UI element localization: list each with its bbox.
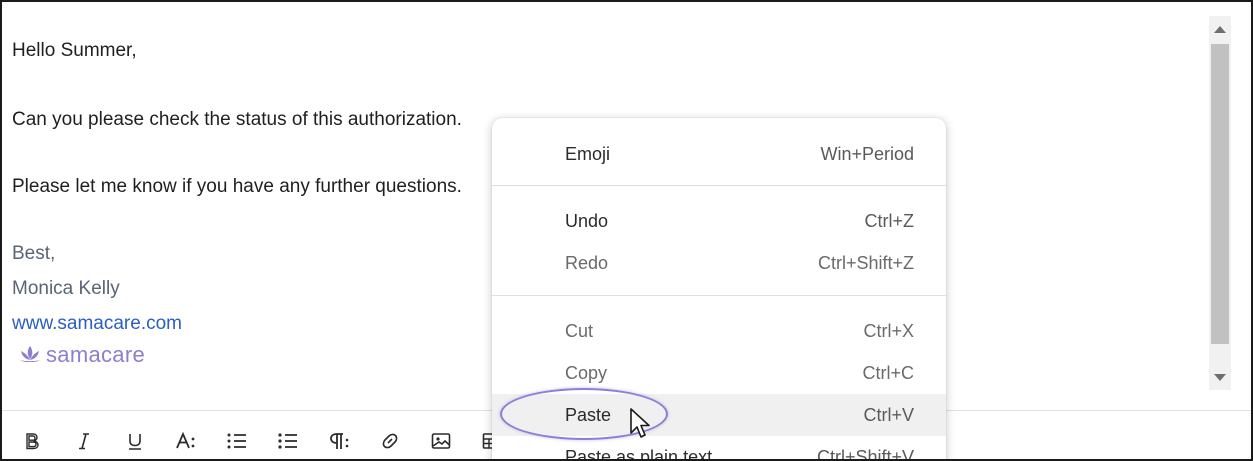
sender-name: Monica Kelly	[12, 278, 120, 299]
italic-icon[interactable]	[72, 429, 96, 453]
website-link[interactable]: www.samacare.com	[12, 313, 182, 335]
menu-item-paste-plain-text[interactable]: Paste as plain text Ctrl+Shift+V	[492, 436, 946, 461]
bulleted-list-icon[interactable]	[276, 429, 300, 453]
signoff-text: Best,	[12, 243, 56, 264]
menu-separator	[492, 295, 946, 296]
menu-item-shortcut: Ctrl+Shift+V	[816, 447, 914, 461]
bold-icon[interactable]	[20, 429, 44, 453]
email-compose-window: Hello Summer, Can you please check the s…	[0, 0, 1253, 461]
font-size-icon[interactable]	[174, 429, 198, 453]
menu-item-cut[interactable]: Cut Ctrl+X	[492, 310, 946, 352]
body-line-2: Please let me know if you have any furth…	[12, 176, 462, 197]
menu-item-label: Redo	[565, 253, 609, 273]
menu-item-shortcut: Ctrl+X	[863, 321, 914, 341]
menu-item-shortcut: Win+Period	[820, 144, 914, 164]
mouse-pointer-icon	[630, 408, 650, 438]
image-icon[interactable]	[429, 429, 453, 453]
menu-item-label: Cut	[565, 321, 594, 341]
menu-item-shortcut: Ctrl+Shift+Z	[817, 253, 914, 273]
menu-item-emoji[interactable]: Emoji Win+Period	[492, 133, 946, 175]
greeting-text: Hello Summer,	[12, 40, 137, 61]
menu-item-redo[interactable]: Redo Ctrl+Shift+Z	[492, 242, 946, 284]
menu-item-undo[interactable]: Undo Ctrl+Z	[492, 200, 946, 242]
underline-icon[interactable]	[123, 429, 147, 453]
menu-item-copy[interactable]: Copy Ctrl+C	[492, 352, 946, 394]
menu-separator	[492, 185, 946, 186]
menu-item-shortcut: Ctrl+Z	[864, 211, 915, 231]
scrollbar-thumb[interactable]	[1211, 44, 1229, 344]
lotus-icon	[20, 346, 40, 362]
menu-item-shortcut: Ctrl+V	[863, 405, 914, 425]
paragraph-icon[interactable]	[327, 429, 351, 453]
samacare-logo: samacare	[18, 344, 145, 362]
numbered-list-icon[interactable]	[225, 429, 249, 453]
logo-text: samacare	[46, 344, 145, 362]
menu-item-shortcut: Ctrl+C	[862, 363, 914, 383]
body-line-1: Can you please check the status of this …	[12, 109, 462, 130]
vertical-scrollbar[interactable]	[1209, 16, 1231, 390]
menu-item-label: Emoji	[565, 144, 611, 164]
scroll-up-arrow-icon[interactable]	[1214, 26, 1226, 33]
link-icon[interactable]	[378, 429, 402, 453]
scroll-down-arrow-icon[interactable]	[1214, 374, 1226, 381]
menu-item-label: Undo	[565, 211, 609, 231]
